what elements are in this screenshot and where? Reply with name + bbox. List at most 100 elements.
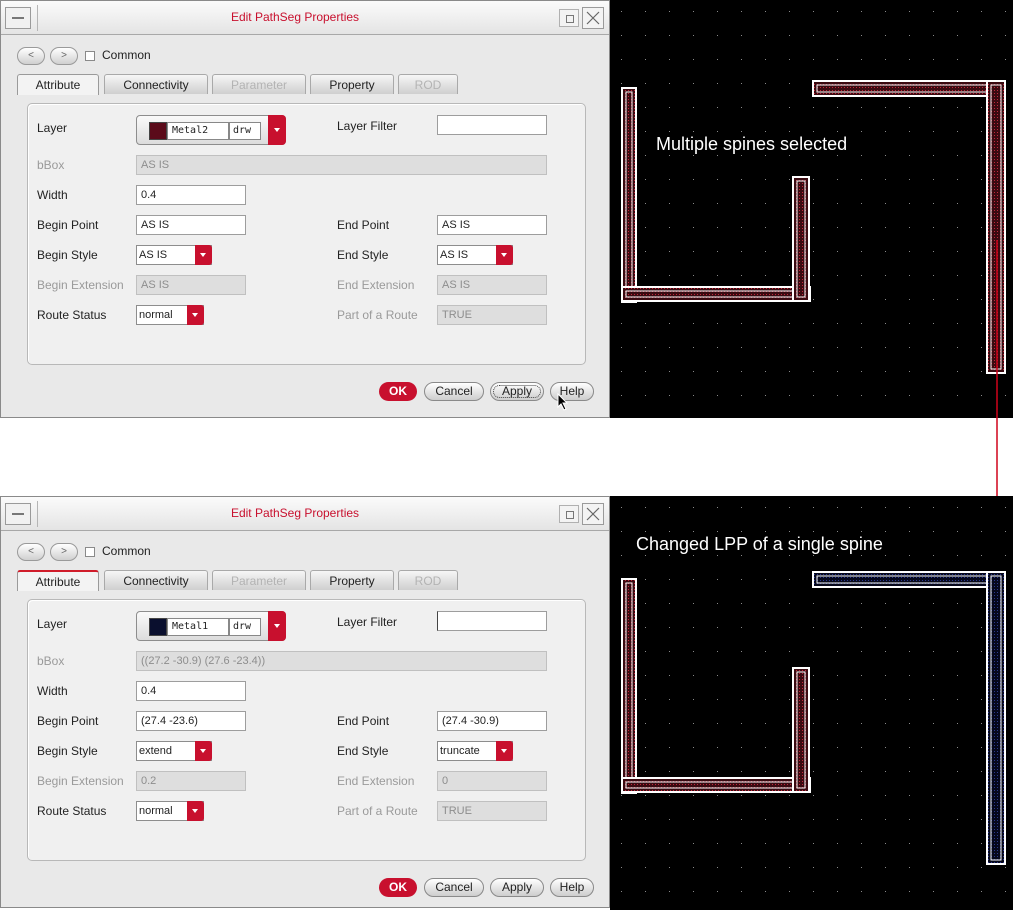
part-of-route-label: Part of a Route — [337, 804, 418, 818]
ok-button[interactable]: OK — [379, 878, 417, 897]
apply-button[interactable]: Apply — [490, 382, 544, 401]
begin-style-select[interactable]: extend — [136, 741, 212, 761]
common-checkbox[interactable] — [85, 547, 95, 557]
end-style-value: AS IS — [440, 249, 469, 261]
layer-name-value: Metal2 — [167, 122, 229, 140]
chevron-down-icon[interactable] — [268, 611, 286, 641]
layer-filter-input[interactable] — [437, 115, 547, 135]
end-style-select[interactable]: AS IS — [437, 245, 513, 265]
bbox-label: bBox — [37, 654, 65, 668]
end-point-label: End Point — [337, 714, 390, 728]
cancel-button[interactable]: Cancel — [424, 382, 484, 401]
chevron-down-icon[interactable] — [187, 305, 204, 325]
route-status-select[interactable]: normal — [136, 801, 204, 821]
tab-property[interactable]: Property — [310, 74, 394, 94]
layer-purpose-value: drw — [229, 122, 261, 140]
window-menu-button[interactable] — [5, 503, 31, 525]
canvas-caption: Multiple spines selected — [656, 134, 848, 154]
end-extension-field: AS IS — [437, 275, 547, 295]
layer-filter-input[interactable] — [437, 611, 547, 631]
next-button[interactable]: > — [50, 543, 78, 561]
end-point-input[interactable]: (27.4 -30.9) — [437, 711, 547, 731]
begin-point-label: Begin Point — [37, 714, 99, 728]
chevron-down-icon[interactable] — [195, 741, 212, 761]
width-input[interactable]: 0.4 — [136, 681, 246, 701]
chevron-down-icon[interactable] — [496, 245, 513, 265]
cancel-button[interactable]: Cancel — [424, 878, 484, 897]
begin-style-select[interactable]: AS IS — [136, 245, 212, 265]
title-separator — [37, 5, 38, 31]
dialog-title: Edit PathSeg Properties — [230, 10, 360, 24]
previous-button[interactable]: < — [17, 543, 45, 561]
width-label: Width — [37, 188, 68, 202]
layout-canvas-bottom[interactable]: Changed LPP of a single spine — [610, 496, 1013, 910]
begin-style-label: Begin Style — [37, 248, 98, 262]
layer-purpose-value: drw — [229, 618, 261, 636]
tab-property[interactable]: Property — [310, 570, 394, 590]
ok-button[interactable]: OK — [379, 382, 417, 401]
title-bar: Edit PathSeg Properties — [1, 497, 609, 531]
tab-connectivity[interactable]: Connectivity — [104, 570, 208, 590]
route-status-value: normal — [139, 805, 173, 817]
width-input[interactable]: 0.4 — [136, 185, 246, 205]
layer-select[interactable]: Metal1 drw — [136, 611, 286, 641]
layer-color-swatch — [149, 618, 167, 636]
begin-extension-field: AS IS — [136, 275, 246, 295]
end-style-value: truncate — [440, 745, 480, 757]
canvas-caption: Changed LPP of a single spine — [636, 534, 883, 554]
part-of-route-field: TRUE — [437, 801, 547, 821]
begin-point-input[interactable]: AS IS — [136, 215, 246, 235]
tab-rod: ROD — [398, 570, 458, 590]
title-separator — [37, 501, 38, 527]
end-point-label: End Point — [337, 218, 390, 232]
chevron-down-icon[interactable] — [187, 801, 204, 821]
end-style-label: End Style — [337, 248, 389, 262]
next-button[interactable]: > — [50, 47, 78, 65]
route-status-label: Route Status — [37, 308, 107, 322]
layer-label: Layer — [37, 121, 68, 135]
chevron-down-icon[interactable] — [195, 245, 212, 265]
help-button[interactable]: Help — [550, 878, 594, 897]
begin-extension-label: Begin Extension — [37, 774, 124, 788]
minimize-button[interactable] — [559, 505, 579, 523]
edit-pathseg-dialog-top: Edit PathSeg Properties < > Common Attri… — [0, 0, 610, 418]
bbox-field: ((27.2 -30.9) (27.6 -23.4)) — [136, 651, 547, 671]
end-style-select[interactable]: truncate — [437, 741, 513, 761]
chevron-down-icon[interactable] — [496, 741, 513, 761]
layout-canvas-top[interactable]: Multiple spines selected — [610, 0, 1013, 418]
chevron-down-icon[interactable] — [268, 115, 286, 145]
layout-drawing-bottom — [610, 496, 1013, 910]
tab-parameter: Parameter — [212, 570, 306, 590]
layout-drawing-top — [610, 0, 1013, 418]
route-status-value: normal — [139, 309, 173, 321]
bbox-label: bBox — [37, 158, 65, 172]
window-menu-button[interactable] — [5, 7, 31, 29]
close-icon — [586, 507, 600, 521]
previous-button[interactable]: < — [17, 47, 45, 65]
layer-label: Layer — [37, 617, 68, 631]
tab-attribute[interactable]: Attribute — [17, 570, 99, 591]
begin-extension-label: Begin Extension — [37, 278, 124, 292]
dialog-title: Edit PathSeg Properties — [230, 506, 360, 520]
part-of-route-field: TRUE — [437, 305, 547, 325]
close-icon — [586, 11, 600, 25]
close-button[interactable] — [582, 503, 604, 525]
layer-filter-label: Layer Filter — [337, 119, 398, 133]
route-status-select[interactable]: normal — [136, 305, 204, 325]
width-label: Width — [37, 684, 68, 698]
layer-select[interactable]: Metal2 drw — [136, 115, 286, 145]
apply-button[interactable]: Apply — [490, 878, 544, 897]
part-of-route-label: Part of a Route — [337, 308, 418, 322]
minimize-button[interactable] — [559, 9, 579, 27]
tab-attribute[interactable]: Attribute — [17, 74, 99, 95]
tab-connectivity[interactable]: Connectivity — [104, 74, 208, 94]
begin-point-input[interactable]: (27.4 -23.6) — [136, 711, 246, 731]
common-label: Common — [102, 544, 151, 558]
end-extension-field: 0 — [437, 771, 547, 791]
layer-color-swatch — [149, 122, 167, 140]
end-point-input[interactable]: AS IS — [437, 215, 547, 235]
layer-filter-label: Layer Filter — [337, 615, 398, 629]
tab-parameter: Parameter — [212, 74, 306, 94]
common-checkbox[interactable] — [85, 51, 95, 61]
close-button[interactable] — [582, 7, 604, 29]
